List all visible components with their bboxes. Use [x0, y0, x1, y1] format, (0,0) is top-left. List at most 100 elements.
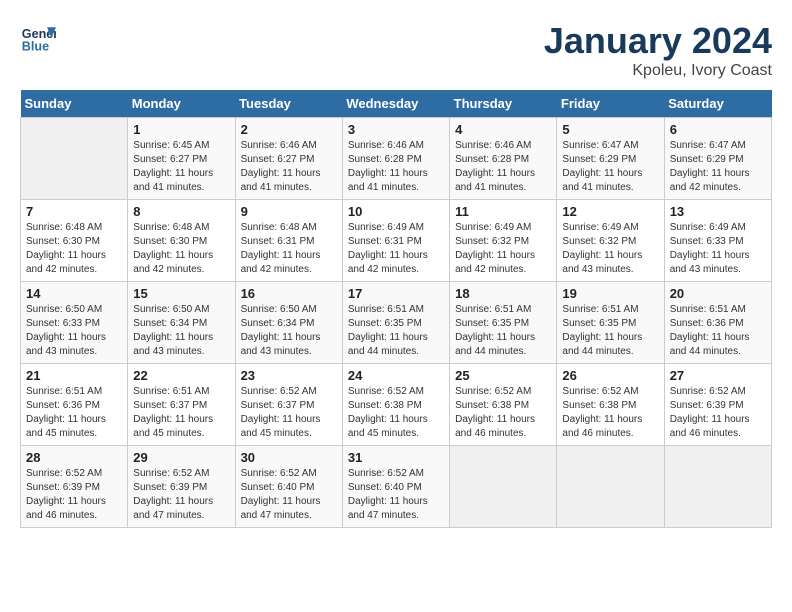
calendar-week-row: 21 Sunrise: 6:51 AM Sunset: 6:36 PM Dayl… — [21, 364, 772, 446]
calendar-cell: 26 Sunrise: 6:52 AM Sunset: 6:38 PM Dayl… — [557, 364, 664, 446]
sunset-text: Sunset: 6:30 PM — [133, 236, 207, 247]
daylight-text: Daylight: 11 hours and 47 minutes. — [348, 496, 428, 521]
sunrise-text: Sunrise: 6:52 AM — [670, 386, 746, 397]
daylight-text: Daylight: 11 hours and 45 minutes. — [26, 414, 106, 439]
sunrise-text: Sunrise: 6:51 AM — [348, 304, 424, 315]
sunrise-text: Sunrise: 6:52 AM — [348, 386, 424, 397]
cell-info: Sunrise: 6:46 AM Sunset: 6:28 PM Dayligh… — [348, 139, 444, 195]
daylight-text: Daylight: 11 hours and 41 minutes. — [455, 168, 535, 193]
cell-info: Sunrise: 6:51 AM Sunset: 6:36 PM Dayligh… — [670, 303, 766, 359]
calendar-cell: 5 Sunrise: 6:47 AM Sunset: 6:29 PM Dayli… — [557, 118, 664, 200]
cell-info: Sunrise: 6:51 AM Sunset: 6:35 PM Dayligh… — [562, 303, 658, 359]
sunrise-text: Sunrise: 6:50 AM — [133, 304, 209, 315]
calendar-week-row: 28 Sunrise: 6:52 AM Sunset: 6:39 PM Dayl… — [21, 446, 772, 528]
calendar-header-row: SundayMondayTuesdayWednesdayThursdayFrid… — [21, 90, 772, 118]
calendar-cell: 29 Sunrise: 6:52 AM Sunset: 6:39 PM Dayl… — [128, 446, 235, 528]
day-number: 25 — [455, 368, 551, 383]
day-of-week-header: Tuesday — [235, 90, 342, 118]
day-number: 29 — [133, 450, 229, 465]
calendar-cell: 21 Sunrise: 6:51 AM Sunset: 6:36 PM Dayl… — [21, 364, 128, 446]
day-number: 15 — [133, 286, 229, 301]
sunrise-text: Sunrise: 6:49 AM — [670, 222, 746, 233]
calendar-week-row: 1 Sunrise: 6:45 AM Sunset: 6:27 PM Dayli… — [21, 118, 772, 200]
daylight-text: Daylight: 11 hours and 41 minutes. — [348, 168, 428, 193]
calendar-cell: 3 Sunrise: 6:46 AM Sunset: 6:28 PM Dayli… — [342, 118, 449, 200]
sunset-text: Sunset: 6:27 PM — [133, 154, 207, 165]
calendar-cell: 20 Sunrise: 6:51 AM Sunset: 6:36 PM Dayl… — [664, 282, 771, 364]
daylight-text: Daylight: 11 hours and 42 minutes. — [348, 250, 428, 275]
calendar-cell: 11 Sunrise: 6:49 AM Sunset: 6:32 PM Dayl… — [450, 200, 557, 282]
day-number: 19 — [562, 286, 658, 301]
daylight-text: Daylight: 11 hours and 46 minutes. — [670, 414, 750, 439]
sunset-text: Sunset: 6:38 PM — [562, 400, 636, 411]
cell-info: Sunrise: 6:52 AM Sunset: 6:38 PM Dayligh… — [455, 385, 551, 441]
daylight-text: Daylight: 11 hours and 46 minutes. — [26, 496, 106, 521]
sunrise-text: Sunrise: 6:48 AM — [133, 222, 209, 233]
calendar-cell: 18 Sunrise: 6:51 AM Sunset: 6:35 PM Dayl… — [450, 282, 557, 364]
sunset-text: Sunset: 6:39 PM — [133, 482, 207, 493]
daylight-text: Daylight: 11 hours and 46 minutes. — [562, 414, 642, 439]
calendar-cell: 25 Sunrise: 6:52 AM Sunset: 6:38 PM Dayl… — [450, 364, 557, 446]
calendar-cell — [557, 446, 664, 528]
daylight-text: Daylight: 11 hours and 42 minutes. — [455, 250, 535, 275]
day-number: 20 — [670, 286, 766, 301]
sunrise-text: Sunrise: 6:52 AM — [133, 468, 209, 479]
daylight-text: Daylight: 11 hours and 43 minutes. — [562, 250, 642, 275]
sunrise-text: Sunrise: 6:49 AM — [562, 222, 638, 233]
day-of-week-header: Friday — [557, 90, 664, 118]
sunset-text: Sunset: 6:32 PM — [455, 236, 529, 247]
day-number: 24 — [348, 368, 444, 383]
sunset-text: Sunset: 6:35 PM — [348, 318, 422, 329]
calendar-cell: 8 Sunrise: 6:48 AM Sunset: 6:30 PM Dayli… — [128, 200, 235, 282]
sunset-text: Sunset: 6:37 PM — [133, 400, 207, 411]
sunrise-text: Sunrise: 6:45 AM — [133, 140, 209, 151]
cell-info: Sunrise: 6:48 AM Sunset: 6:30 PM Dayligh… — [26, 221, 122, 277]
cell-info: Sunrise: 6:52 AM Sunset: 6:40 PM Dayligh… — [241, 467, 337, 523]
daylight-text: Daylight: 11 hours and 44 minutes. — [348, 332, 428, 357]
daylight-text: Daylight: 11 hours and 43 minutes. — [26, 332, 106, 357]
sunrise-text: Sunrise: 6:51 AM — [26, 386, 102, 397]
day-number: 11 — [455, 204, 551, 219]
sunset-text: Sunset: 6:37 PM — [241, 400, 315, 411]
calendar-cell: 22 Sunrise: 6:51 AM Sunset: 6:37 PM Dayl… — [128, 364, 235, 446]
sunrise-text: Sunrise: 6:47 AM — [670, 140, 746, 151]
sunrise-text: Sunrise: 6:49 AM — [348, 222, 424, 233]
day-number: 1 — [133, 122, 229, 137]
sunset-text: Sunset: 6:34 PM — [133, 318, 207, 329]
cell-info: Sunrise: 6:52 AM Sunset: 6:39 PM Dayligh… — [26, 467, 122, 523]
calendar-cell: 31 Sunrise: 6:52 AM Sunset: 6:40 PM Dayl… — [342, 446, 449, 528]
cell-info: Sunrise: 6:46 AM Sunset: 6:27 PM Dayligh… — [241, 139, 337, 195]
day-of-week-header: Thursday — [450, 90, 557, 118]
daylight-text: Daylight: 11 hours and 43 minutes. — [670, 250, 750, 275]
sunrise-text: Sunrise: 6:51 AM — [562, 304, 638, 315]
daylight-text: Daylight: 11 hours and 44 minutes. — [455, 332, 535, 357]
daylight-text: Daylight: 11 hours and 45 minutes. — [348, 414, 428, 439]
daylight-text: Daylight: 11 hours and 42 minutes. — [133, 250, 213, 275]
calendar-cell — [664, 446, 771, 528]
page-header: General Blue January 2024 Kpoleu, Ivory … — [20, 20, 772, 80]
sunrise-text: Sunrise: 6:48 AM — [26, 222, 102, 233]
day-number: 28 — [26, 450, 122, 465]
calendar-cell: 9 Sunrise: 6:48 AM Sunset: 6:31 PM Dayli… — [235, 200, 342, 282]
day-of-week-header: Wednesday — [342, 90, 449, 118]
cell-info: Sunrise: 6:47 AM Sunset: 6:29 PM Dayligh… — [562, 139, 658, 195]
sunset-text: Sunset: 6:33 PM — [670, 236, 744, 247]
day-number: 30 — [241, 450, 337, 465]
day-number: 31 — [348, 450, 444, 465]
calendar-week-row: 7 Sunrise: 6:48 AM Sunset: 6:30 PM Dayli… — [21, 200, 772, 282]
calendar-cell: 14 Sunrise: 6:50 AM Sunset: 6:33 PM Dayl… — [21, 282, 128, 364]
sunset-text: Sunset: 6:38 PM — [348, 400, 422, 411]
sunset-text: Sunset: 6:40 PM — [348, 482, 422, 493]
day-number: 17 — [348, 286, 444, 301]
cell-info: Sunrise: 6:52 AM Sunset: 6:38 PM Dayligh… — [348, 385, 444, 441]
day-number: 22 — [133, 368, 229, 383]
cell-info: Sunrise: 6:52 AM Sunset: 6:38 PM Dayligh… — [562, 385, 658, 441]
sunrise-text: Sunrise: 6:46 AM — [455, 140, 531, 151]
calendar-cell — [450, 446, 557, 528]
calendar-cell: 30 Sunrise: 6:52 AM Sunset: 6:40 PM Dayl… — [235, 446, 342, 528]
sunset-text: Sunset: 6:28 PM — [455, 154, 529, 165]
calendar-cell: 16 Sunrise: 6:50 AM Sunset: 6:34 PM Dayl… — [235, 282, 342, 364]
sunrise-text: Sunrise: 6:47 AM — [562, 140, 638, 151]
daylight-text: Daylight: 11 hours and 41 minutes. — [133, 168, 213, 193]
cell-info: Sunrise: 6:52 AM Sunset: 6:40 PM Dayligh… — [348, 467, 444, 523]
